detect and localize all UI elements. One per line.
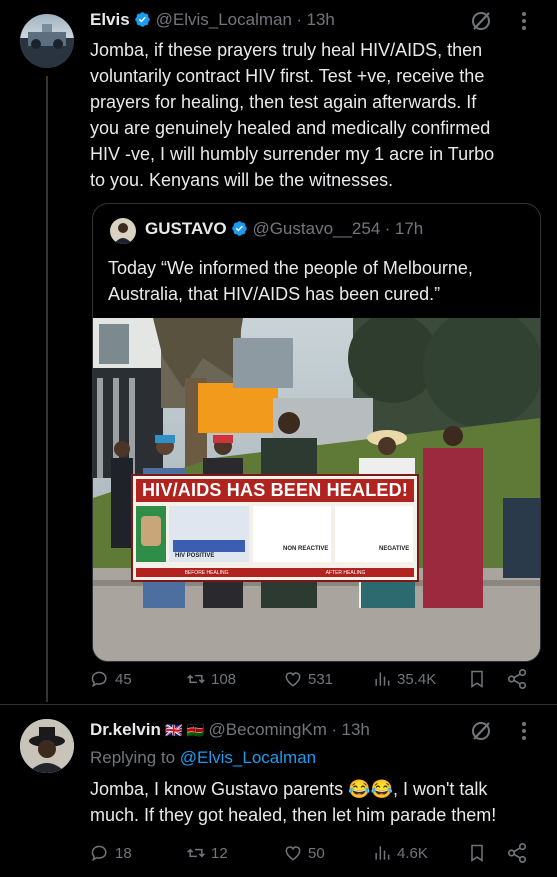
repost-button[interactable]: 12 — [186, 843, 228, 863]
tweet-text-line: voluntarily contract HIV first. Test +ve… — [90, 66, 485, 86]
reply-button[interactable]: 45 — [90, 669, 132, 689]
separator: · — [331, 720, 338, 739]
like-button[interactable]: 531 — [283, 669, 333, 689]
like-button[interactable]: 50 — [283, 843, 325, 863]
handle[interactable]: @BecomingKm — [209, 720, 327, 739]
bookmark-icon[interactable] — [467, 668, 487, 690]
replying-prefix: Replying to — [90, 748, 180, 767]
caption-before: BEFORE HEALING — [184, 569, 229, 576]
tweet-text-line: prayers for healing, then test again aft… — [90, 92, 477, 112]
replying-handle-link[interactable]: @Elvis_Localman — [180, 748, 316, 767]
tweet-text-line: to you. Kenyans will be the witnesses. — [90, 170, 394, 190]
tweet-text: Jomba, I know Gustavo parents 😂😂, I won'… — [90, 776, 550, 828]
verified-badge-icon — [232, 221, 247, 236]
timestamp[interactable]: 13h — [307, 10, 335, 29]
reply-count: 45 — [115, 670, 132, 688]
grok-icon[interactable] — [469, 9, 493, 33]
tweet-text-line: much. If they got healed, then let him p… — [90, 805, 497, 825]
views-icon — [375, 672, 390, 686]
hiv-positive-label: HIV POSITIVE — [175, 553, 215, 559]
handle[interactable]: @Elvis_Localman — [156, 10, 292, 29]
separator: · — [296, 10, 303, 29]
views-button[interactable]: 4.6K — [372, 843, 428, 863]
tweet-header: Dr.kelvin 🇬🇧 🇰🇪 @BecomingKm · 13h — [90, 720, 370, 740]
banner-document: NEGATIVE — [335, 506, 413, 562]
banner-document: NON REACTIVE — [253, 506, 331, 562]
quote-avatar-image — [114, 223, 132, 244]
repost-icon — [187, 674, 205, 684]
display-name[interactable]: Elvis — [90, 10, 130, 29]
display-name[interactable]: Dr.kelvin — [90, 720, 161, 739]
tweet-text-line: HIV -ve, I will humbly surrender my 1 ac… — [90, 144, 495, 164]
like-count: 531 — [308, 670, 334, 688]
heart-icon — [285, 672, 301, 687]
protest-banner: HIV/AIDS HAS BEEN HEALED! HIV POSITIVE N… — [131, 474, 419, 582]
quote-avatar[interactable] — [110, 218, 136, 244]
negative-label: NEGATIVE — [379, 546, 410, 552]
quote-text: Today “We informed the people of Melbour… — [108, 255, 538, 307]
non-reactive-label: NON REACTIVE — [283, 546, 329, 552]
heart-icon — [285, 846, 301, 861]
tweet-divider — [0, 704, 557, 705]
quoted-tweet[interactable]: GUSTAVO @Gustavo__254 · 17h Today “We in… — [92, 203, 541, 662]
repost-count: 108 — [211, 670, 237, 688]
banner-photo — [136, 506, 166, 562]
repost-icon — [187, 848, 205, 858]
thread-line — [46, 76, 48, 702]
quote-display-name[interactable]: GUSTAVO — [145, 219, 227, 238]
avatar-image — [20, 719, 74, 773]
separator: · — [384, 219, 391, 238]
grok-icon[interactable] — [469, 719, 493, 743]
banner-caption: BEFORE HEALING AFTER HEALING — [136, 568, 414, 577]
quote-timestamp[interactable]: 17h — [395, 219, 423, 238]
quote-header: GUSTAVO @Gustavo__254 · 17h — [145, 219, 423, 239]
tweet-text-line: you are genuinely healed and medically c… — [90, 118, 491, 138]
avatar[interactable] — [20, 14, 74, 68]
tweet-text-line: Jomba, I know Gustavo parents 😂😂, I won'… — [90, 779, 488, 799]
views-button[interactable]: 35.4K — [372, 669, 436, 689]
view-count: 4.6K — [397, 844, 428, 862]
verified-badge-icon — [135, 12, 150, 27]
tweet-text: Jomba, if these prayers truly heal HIV/A… — [90, 37, 550, 193]
more-options-icon[interactable] — [521, 10, 527, 34]
tweet-text-line: Jomba, if these prayers truly heal HIV/A… — [90, 40, 483, 60]
view-count: 35.4K — [397, 670, 437, 688]
bookmark-icon[interactable] — [467, 842, 487, 864]
banner-document: HIV POSITIVE — [169, 506, 249, 562]
reply-button[interactable]: 18 — [90, 843, 132, 863]
repost-count: 12 — [211, 844, 228, 862]
avatar[interactable] — [20, 719, 74, 773]
reply-icon — [91, 845, 107, 862]
views-icon — [375, 846, 390, 860]
share-icon[interactable] — [506, 842, 528, 864]
reply-icon — [91, 671, 107, 688]
caption-after: AFTER HEALING — [325, 569, 366, 576]
reply-count: 18 — [115, 844, 132, 862]
repost-button[interactable]: 108 — [186, 669, 236, 689]
timestamp[interactable]: 13h — [341, 720, 369, 739]
quote-photo[interactable]: HIV/AIDS HAS BEEN HEALED! HIV POSITIVE N… — [93, 318, 540, 661]
avatar-image — [20, 24, 74, 68]
quote-handle[interactable]: @Gustavo__254 — [252, 219, 380, 238]
banner-title: HIV/AIDS HAS BEEN HEALED! — [136, 479, 414, 502]
tweet-header: Elvis @Elvis_Localman · 13h — [90, 10, 335, 34]
flags: 🇬🇧 🇰🇪 — [165, 722, 205, 738]
share-icon[interactable] — [506, 668, 528, 690]
more-options-icon[interactable] — [521, 720, 527, 744]
replying-to: Replying to @Elvis_Localman — [90, 748, 316, 768]
quote-text-line: Today “We informed the people of Melbour… — [108, 258, 473, 278]
like-count: 50 — [308, 844, 325, 862]
quote-text-line: Australia, that HIV/AIDS has been cured.… — [108, 284, 441, 304]
